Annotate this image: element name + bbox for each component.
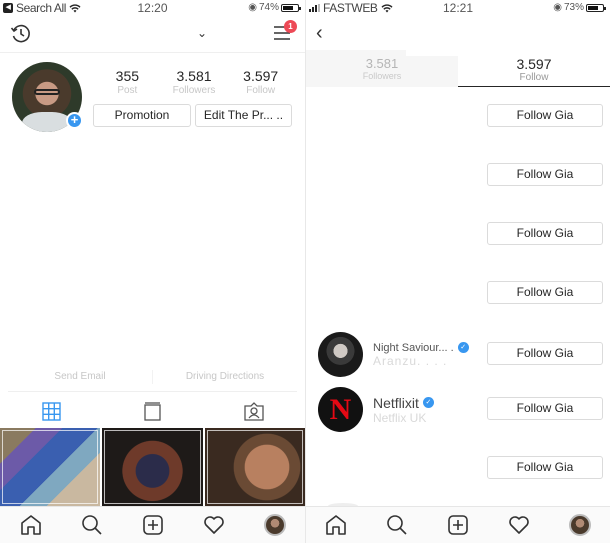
follow-button[interactable]: Follow Gia <box>487 104 603 127</box>
activity-heart-icon[interactable] <box>203 515 225 535</box>
profile-screen: ◀ Search All 12:20 ◉ 74% ⌄ 1 + 355 Post … <box>0 0 305 543</box>
profile-avatar[interactable] <box>263 514 286 536</box>
battery-percent: 74% <box>258 2 279 13</box>
bottom-nav <box>0 506 305 543</box>
tagged-icon[interactable] <box>243 401 264 421</box>
stat-following[interactable]: 3.597 Follow <box>227 68 294 96</box>
followers-count: 3.581 <box>176 68 212 84</box>
account-switch-chevron-icon[interactable]: ⌄ <box>197 26 207 40</box>
glasses-detail <box>34 89 60 95</box>
verified-badge-icon: ✓ <box>457 342 469 353</box>
search-icon[interactable] <box>81 514 103 536</box>
home-icon[interactable] <box>325 514 347 536</box>
add-story-button[interactable]: + <box>66 112 83 129</box>
orientation-lock-icon: ◉ <box>553 2 562 13</box>
following-label: Follow <box>246 85 276 96</box>
notification-badge: 1 <box>284 20 297 33</box>
add-post-icon[interactable] <box>142 514 164 536</box>
orientation-lock-icon: ◉ <box>248 2 257 13</box>
grid-icon[interactable] <box>41 401 61 421</box>
follow-button[interactable]: Follow Gia <box>487 456 603 479</box>
username-redacted[interactable] <box>90 21 198 48</box>
edit-profile-button[interactable]: Edit The Pr... .. <box>195 104 292 127</box>
user-name: Netflixit <box>373 394 419 411</box>
username-redacted <box>406 22 516 56</box>
profile-tabs <box>0 396 305 426</box>
home-icon[interactable] <box>20 514 42 536</box>
tab-followers-count: 3.581 <box>365 56 399 71</box>
profile-avatar[interactable] <box>568 514 591 536</box>
user-fullname: Netflix UK <box>373 410 427 425</box>
contact-bar: Send Email Driving Directions <box>8 368 297 392</box>
battery-icon <box>586 3 606 12</box>
follow-button[interactable]: Follow Gia <box>487 397 603 420</box>
send-email-button[interactable]: Send Email <box>8 368 152 391</box>
menu-button[interactable]: 1 <box>273 20 297 45</box>
post-thumbnail[interactable] <box>102 428 203 506</box>
post-thumbnail[interactable] <box>0 428 101 506</box>
bottom-nav <box>306 506 610 543</box>
user-name: Night Saviour... . <box>373 341 454 354</box>
follow-button[interactable]: Follow Gia <box>487 342 603 365</box>
tab-followers-label: Followers <box>362 71 402 81</box>
tab-following-count: 3.597 <box>516 56 552 72</box>
list-item[interactable]: Night Saviour... . ✓ Aranzu. . . . <box>318 332 469 377</box>
following-screen: FASTWEB 12:21 ◉ 73% 3.581 Followers 3.59… <box>305 0 610 543</box>
promotion-button[interactable]: Promotion <box>93 104 191 127</box>
posts-grid <box>0 428 305 506</box>
user-avatar[interactable] <box>318 332 363 377</box>
verified-badge-icon: ✓ <box>422 397 434 408</box>
status-bar: ◀ Search All 12:20 ◉ 74% <box>0 0 305 17</box>
shirt-detail <box>22 112 72 132</box>
tab-following-label: Follow <box>519 72 549 83</box>
follow-button[interactable]: Follow Gia <box>487 163 603 186</box>
following-count: 3.597 <box>243 68 279 84</box>
profile-header: ⌄ 1 <box>0 17 305 53</box>
user-avatar[interactable]: N <box>318 387 363 432</box>
feed-icon[interactable] <box>143 401 161 421</box>
user-fullname: Aranzu. . . . <box>373 353 448 368</box>
battery-percent: 73% <box>563 2 584 13</box>
battery-icon <box>281 3 301 12</box>
posts-count: 355 <box>115 68 140 84</box>
archive-history-icon[interactable] <box>10 23 32 45</box>
activity-heart-icon[interactable] <box>508 515 530 535</box>
stat-followers[interactable]: 3.581 Followers <box>161 68 228 96</box>
follow-button[interactable]: Follow Gia <box>487 222 603 245</box>
search-icon[interactable] <box>386 514 408 536</box>
follow-button[interactable]: Follow Gia <box>487 281 603 304</box>
add-post-icon[interactable] <box>447 514 469 536</box>
back-chevron-icon[interactable]: ‹ <box>316 22 323 45</box>
posts-label: Post <box>117 85 138 96</box>
status-bar: FASTWEB 12:21 ◉ 73% <box>306 0 610 17</box>
post-thumbnail[interactable] <box>204 428 305 506</box>
profile-stats: 355 Post 3.581 Followers 3.597 Follow <box>94 68 294 96</box>
list-item[interactable]: N Netflixit ✓ Netflix UK <box>318 387 434 432</box>
followers-label: Followers <box>172 85 216 96</box>
stat-posts[interactable]: 355 Post <box>94 68 161 96</box>
driving-directions-button[interactable]: Driving Directions <box>153 368 297 391</box>
